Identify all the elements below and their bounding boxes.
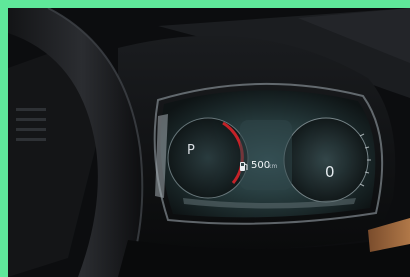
range-unit: km xyxy=(268,163,278,170)
gear-indicator: P xyxy=(187,143,195,158)
dashboard-photo: P 500 km 0 xyxy=(8,8,410,277)
speed-value: 0 xyxy=(325,163,335,181)
instrument-cluster-scene xyxy=(8,8,410,277)
fuel-pump-icon xyxy=(240,162,248,171)
